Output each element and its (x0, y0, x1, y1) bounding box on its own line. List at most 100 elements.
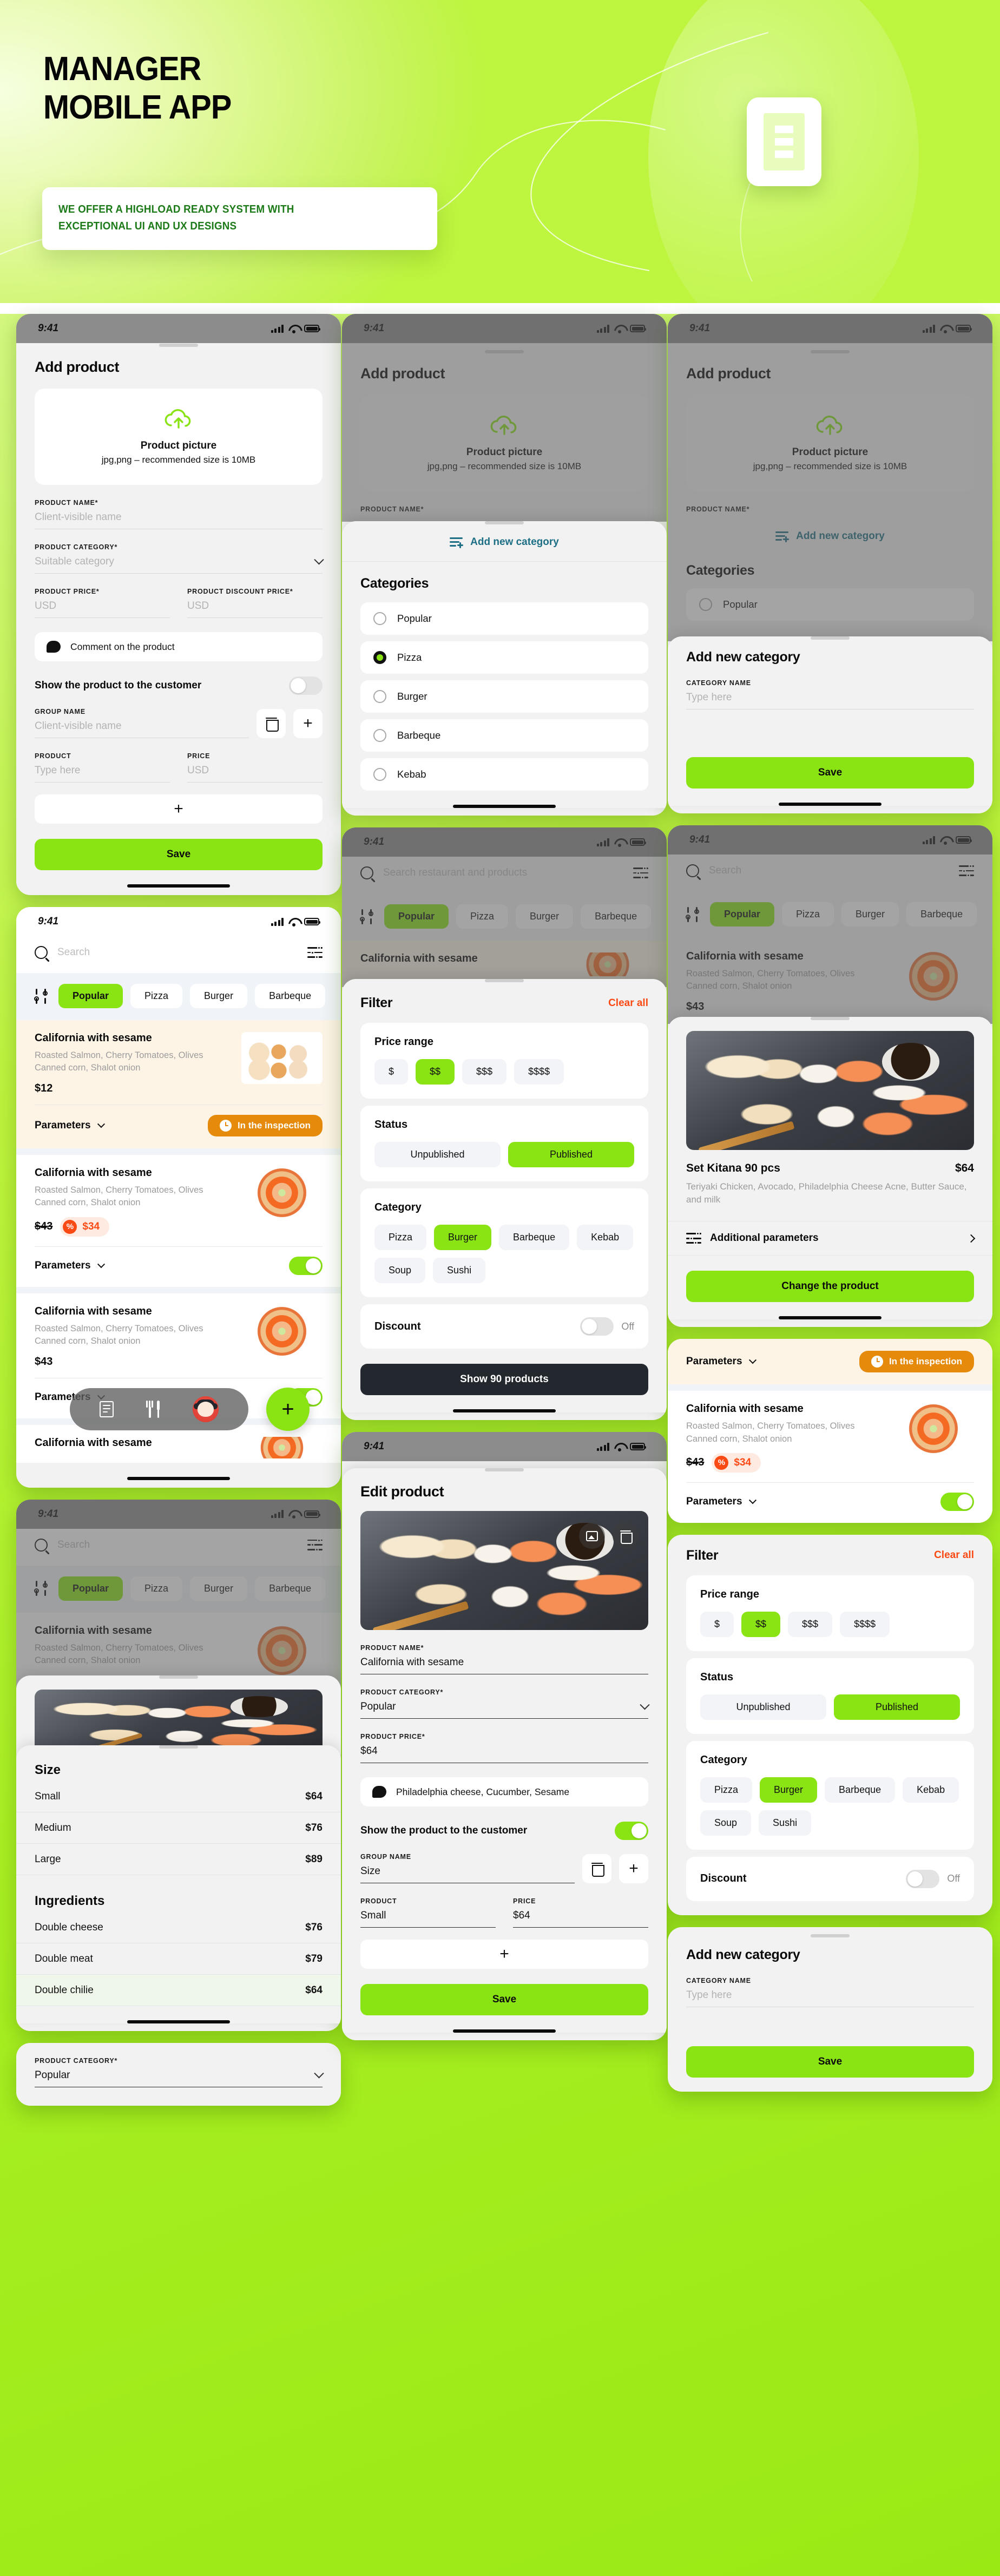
search-input[interactable]: Search (709, 865, 949, 877)
ingredient-row[interactable]: Double cheese $76 (16, 1912, 341, 1944)
product-picture-uploader[interactable]: Product picture jpg,png – recommended si… (686, 395, 974, 491)
sub-product-input[interactable]: Small (360, 1905, 496, 1928)
status-published[interactable]: Published (508, 1142, 634, 1167)
orders-tab-icon[interactable] (100, 1401, 114, 1417)
profile-avatar[interactable] (193, 1396, 219, 1422)
search-input[interactable]: Search (57, 947, 298, 958)
show-products-button[interactable]: Show 90 products (360, 1364, 648, 1395)
sheet-grabber[interactable] (811, 1016, 850, 1020)
add-row-button[interactable]: + (35, 794, 323, 824)
additional-parameters-row[interactable]: Additional parameters (668, 1221, 992, 1256)
category-option[interactable]: Barbeque (360, 719, 648, 752)
parameters-expander[interactable]: Parameters (686, 1496, 756, 1508)
status-unpublished[interactable]: Unpublished (700, 1694, 826, 1720)
parameters-expander[interactable]: Parameters (35, 1260, 105, 1272)
category-option[interactable]: Burger (360, 680, 648, 713)
chip-popular[interactable]: Popular (58, 1576, 123, 1601)
price-option-3[interactable]: $$$ (462, 1059, 507, 1085)
category-kebab[interactable]: Kebab (903, 1777, 959, 1803)
price-option-1[interactable]: $ (700, 1611, 734, 1637)
price-option-1[interactable]: $ (374, 1059, 409, 1085)
comment-button[interactable]: Philadelphia cheese, Cucumber, Sesame (360, 1777, 648, 1806)
chip-pizza[interactable]: Pizza (456, 904, 509, 929)
change-product-button[interactable]: Change the product (686, 1271, 974, 1303)
search-input[interactable]: Search (57, 1539, 298, 1551)
discount-toggle[interactable] (906, 1869, 940, 1888)
chip-barbeque[interactable]: Barbeque (255, 1576, 326, 1601)
status-unpublished[interactable]: Unpublished (374, 1142, 501, 1167)
add-group-button[interactable]: + (619, 1854, 648, 1883)
chip-barbeque[interactable]: Barbeque (255, 984, 326, 1008)
sort-icon[interactable] (686, 906, 700, 922)
sort-icon[interactable] (360, 909, 374, 924)
category-option[interactable]: Popular (360, 602, 648, 635)
search-input[interactable]: Search restaurant and products (383, 867, 623, 879)
category-sushi[interactable]: Sushi (759, 1810, 812, 1836)
chip-burger[interactable]: Burger (190, 1576, 248, 1601)
price-option-3[interactable]: $$$ (788, 1611, 833, 1637)
add-product-fab[interactable]: + (266, 1387, 310, 1431)
chip-barbeque[interactable]: Barbeque (906, 902, 977, 926)
category-name-input[interactable]: Type here (686, 1984, 974, 2007)
category-soup[interactable]: Soup (700, 1810, 752, 1836)
filter-icon[interactable] (959, 864, 974, 878)
category-barbeque[interactable]: Barbeque (499, 1225, 570, 1250)
add-group-button[interactable]: + (293, 709, 323, 738)
category-pizza[interactable]: Pizza (700, 1777, 753, 1803)
sub-product-input[interactable]: Type here (35, 760, 170, 783)
category-option[interactable]: Pizza (360, 641, 648, 674)
chip-popular[interactable]: Popular (710, 902, 775, 926)
category-sushi[interactable]: Sushi (433, 1258, 486, 1283)
filter-icon[interactable] (307, 946, 323, 960)
chip-popular[interactable]: Popular (384, 904, 449, 929)
chip-pizza[interactable]: Pizza (130, 984, 183, 1008)
ingredient-row[interactable]: Double chilie $64 (16, 1975, 341, 2007)
product-discount-input[interactable]: USD (187, 595, 323, 618)
show-product-toggle[interactable] (289, 676, 323, 695)
product-card[interactable]: Parameters In the inspection (668, 1339, 992, 1385)
product-category-select[interactable]: Suitable category (35, 551, 324, 574)
price-option-4[interactable]: $$$$ (840, 1611, 890, 1637)
price-option-2[interactable]: $$ (416, 1059, 455, 1085)
filter-icon[interactable] (307, 1538, 323, 1552)
delete-group-button[interactable] (256, 709, 286, 738)
category-burger[interactable]: Burger (434, 1225, 492, 1250)
category-option[interactable]: Kebab (360, 758, 648, 791)
group-name-input[interactable]: Size (360, 1861, 575, 1883)
product-price-input[interactable]: USD (35, 595, 170, 618)
product-picture-uploader[interactable]: Product picture jpg,png – recommended si… (35, 389, 323, 485)
category-soup[interactable]: Soup (374, 1258, 426, 1283)
parameters-expander[interactable]: Parameters (686, 1356, 756, 1368)
category-burger[interactable]: Burger (760, 1777, 818, 1803)
delete-image-button[interactable] (613, 1523, 639, 1549)
save-button[interactable]: Save (686, 2046, 974, 2078)
clear-all-button[interactable]: Clear all (608, 997, 648, 1009)
category-name-input[interactable]: Type here (686, 687, 974, 709)
group-name-input[interactable]: Client-visible name (35, 715, 249, 738)
chip-pizza[interactable]: Pizza (130, 1576, 183, 1601)
chip-pizza[interactable]: Pizza (782, 902, 834, 926)
sub-price-input[interactable]: USD (187, 760, 323, 783)
publish-toggle[interactable] (289, 1256, 323, 1275)
product-card[interactable]: California with sesame Roasted Salmon, C… (16, 1020, 341, 1148)
ingredient-row[interactable]: Double meat $79 (16, 1943, 341, 1975)
product-category-select[interactable]: Popular (360, 1696, 650, 1719)
product-category-select[interactable]: Popular (35, 2065, 324, 2088)
size-row[interactable]: Medium $76 (16, 1812, 341, 1844)
menu-tab-icon[interactable] (145, 1400, 161, 1418)
publish-toggle[interactable] (940, 1492, 974, 1511)
price-option-4[interactable]: $$$$ (514, 1059, 564, 1085)
chip-popular[interactable]: Popular (58, 984, 123, 1008)
sub-price-input[interactable]: $64 (513, 1905, 648, 1928)
product-card[interactable]: California with sesame Roasted Salmon, C… (668, 938, 992, 1024)
size-row[interactable]: Small $64 (16, 1781, 341, 1813)
category-option[interactable]: Popular (686, 588, 974, 621)
add-row-button[interactable]: + (360, 1940, 648, 1969)
sheet-grabber[interactable] (159, 1675, 198, 1679)
category-kebab[interactable]: Kebab (577, 1225, 634, 1250)
size-row[interactable]: Large $89 (16, 1844, 341, 1876)
add-new-category-link[interactable]: Add new category (342, 524, 667, 562)
product-card[interactable]: California with sesame Roasted Salmon, C… (668, 1391, 992, 1523)
product-price-input[interactable]: $64 (360, 1740, 648, 1763)
product-name-input[interactable]: California with sesame (360, 1652, 648, 1674)
